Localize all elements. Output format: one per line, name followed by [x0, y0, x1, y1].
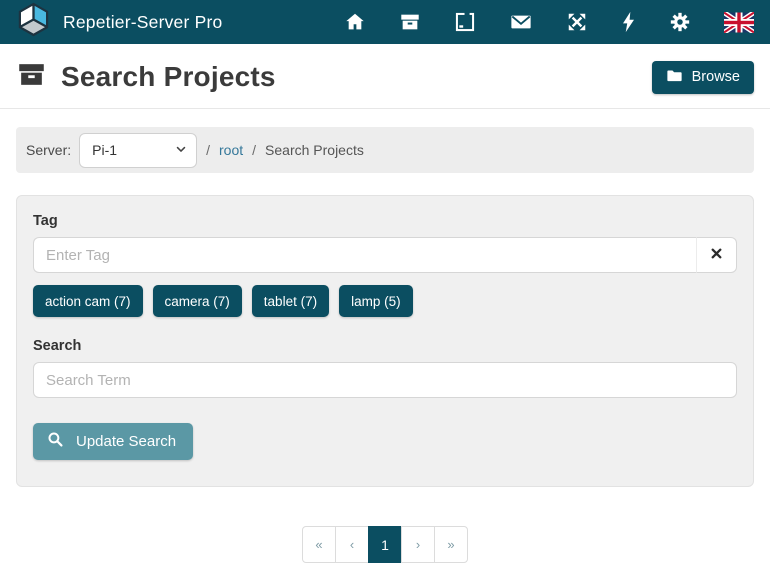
- chevron-down-icon: [174, 142, 188, 159]
- tag-label: Tag: [33, 213, 737, 229]
- close-icon: [710, 247, 723, 263]
- page-title-wrap: Search Projects: [16, 59, 276, 95]
- pagination-last-button[interactable]: »: [434, 526, 468, 563]
- browse-button[interactable]: Browse: [652, 61, 754, 94]
- update-search-button[interactable]: Update Search: [33, 423, 193, 460]
- update-search-label: Update Search: [76, 433, 176, 450]
- home-icon[interactable]: [344, 11, 366, 33]
- brand-link[interactable]: Repetier-Server Pro: [16, 2, 222, 42]
- search-label: Search: [33, 338, 737, 354]
- expand-arrows-icon[interactable]: [566, 11, 588, 33]
- search-input-row: [33, 362, 737, 398]
- bolt-icon[interactable]: [621, 11, 636, 33]
- breadcrumb: Server: Pi-1 / root / Search Projects: [16, 127, 754, 173]
- search-card: Tag action cam (7) camera (7) tablet (7)…: [16, 195, 754, 487]
- tag-input-group: [33, 237, 737, 273]
- breadcrumb-separator: /: [206, 142, 210, 158]
- pagination-first-button[interactable]: «: [302, 526, 336, 563]
- tag-button-tablet[interactable]: tablet (7): [252, 285, 329, 317]
- tag-input[interactable]: [33, 237, 696, 273]
- pagination-prev-button[interactable]: ‹: [335, 526, 369, 563]
- printer-icon[interactable]: [454, 11, 476, 33]
- pagination-page-1-button[interactable]: 1: [368, 526, 402, 563]
- tag-button-camera[interactable]: camera (7): [153, 285, 242, 317]
- page-header: Search Projects Browse: [0, 44, 770, 109]
- search-input[interactable]: [33, 362, 737, 398]
- pagination-next-button[interactable]: ›: [401, 526, 435, 563]
- projects-archive-dark-icon: [16, 59, 47, 95]
- settings-gear-icon[interactable]: [669, 11, 691, 33]
- breadcrumb-root-link[interactable]: root: [219, 142, 243, 158]
- navbar-icons: [344, 11, 754, 33]
- uk-flag-icon[interactable]: [724, 12, 754, 33]
- search-icon: [46, 430, 65, 453]
- repetier-logo-icon: [16, 2, 51, 42]
- breadcrumb-current: Search Projects: [265, 142, 364, 158]
- tag-button-action-cam[interactable]: action cam (7): [33, 285, 143, 317]
- folder-icon: [666, 68, 683, 87]
- pagination: « ‹ 1 › »: [0, 526, 770, 563]
- server-label: Server:: [26, 142, 71, 158]
- tag-suggestions: action cam (7) camera (7) tablet (7) lam…: [33, 285, 737, 317]
- brand-title: Repetier-Server Pro: [63, 12, 222, 33]
- server-select-value: Pi-1: [92, 142, 117, 158]
- page-title: Search Projects: [61, 61, 276, 93]
- top-navbar: Repetier-Server Pro: [0, 0, 770, 44]
- clear-tag-button[interactable]: [696, 237, 737, 273]
- breadcrumb-separator: /: [252, 142, 256, 158]
- browse-button-label: Browse: [692, 69, 740, 85]
- server-select[interactable]: Pi-1: [79, 133, 197, 168]
- messages-envelope-icon[interactable]: [509, 11, 533, 33]
- tag-button-lamp[interactable]: lamp (5): [339, 285, 413, 317]
- projects-archive-icon[interactable]: [399, 11, 421, 33]
